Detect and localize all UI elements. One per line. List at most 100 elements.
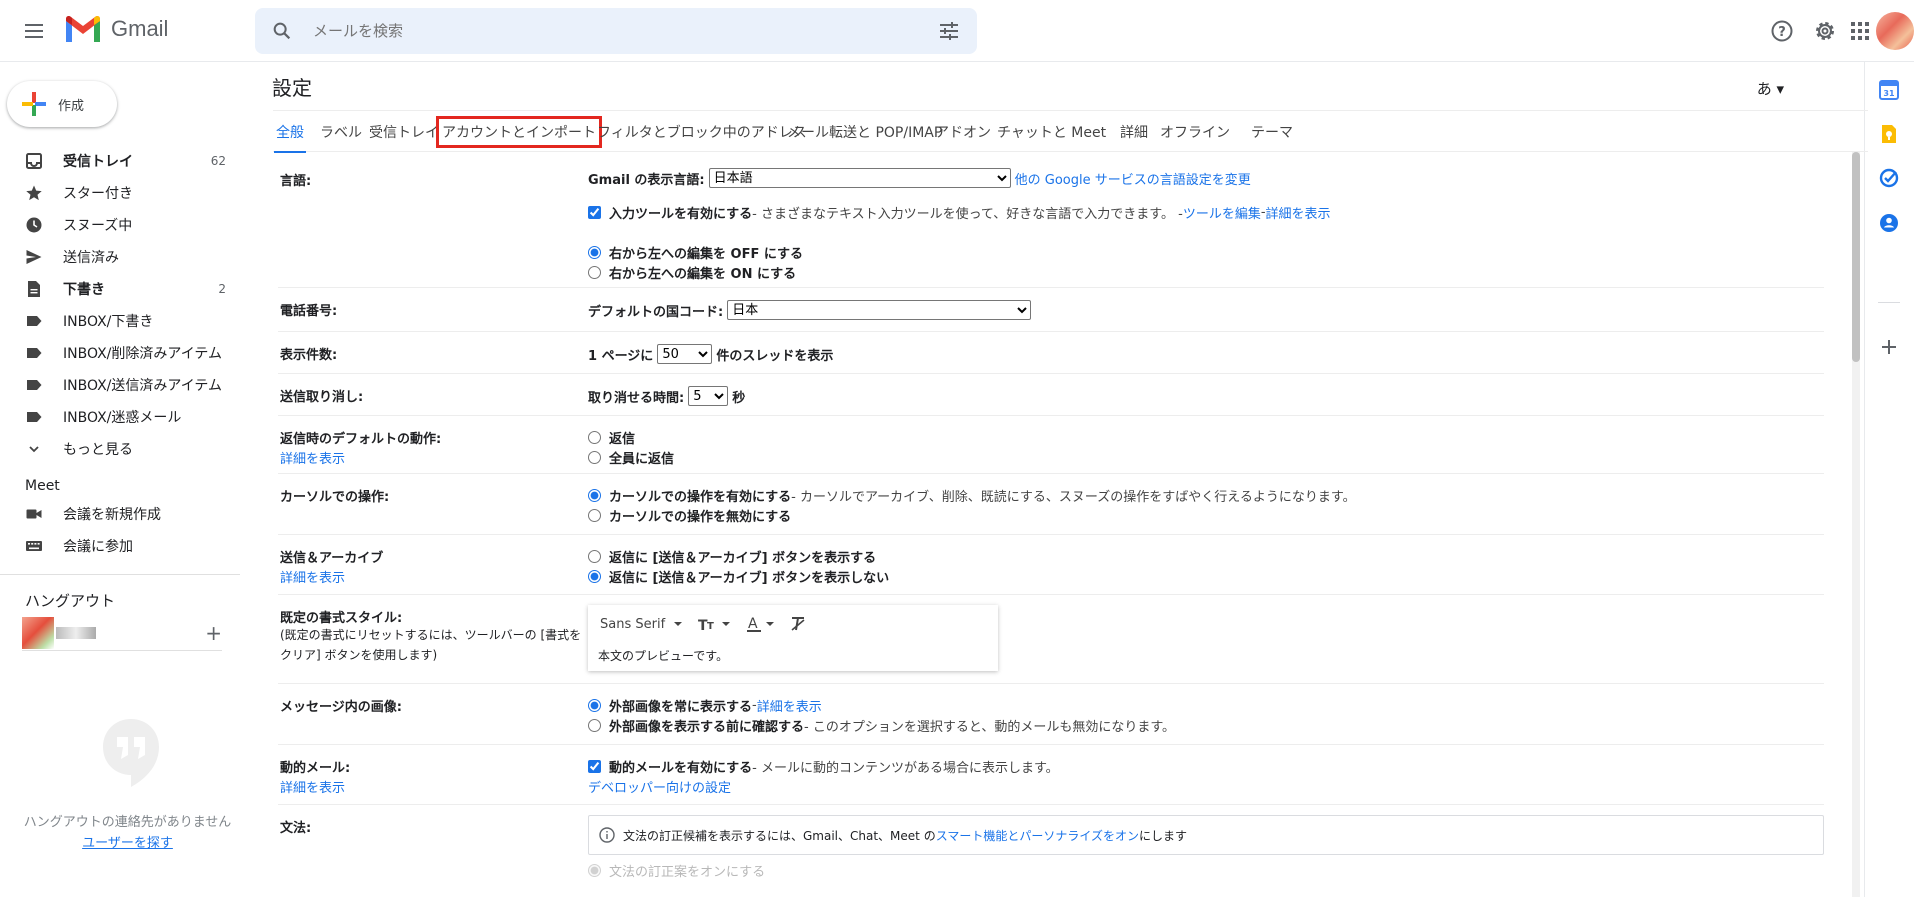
nav-item-label-inbox-drafts[interactable]: INBOX/下書き bbox=[0, 305, 240, 337]
font-family-select[interactable]: Sans Serif bbox=[600, 617, 665, 632]
undo-send-select[interactable]: 5 bbox=[688, 386, 729, 406]
text-color-icon[interactable]: A bbox=[745, 615, 763, 633]
other-google-language-link[interactable]: 他の Google サービスの言語設定を変更 bbox=[1015, 169, 1251, 188]
dynamic-email-details-link[interactable]: 詳細を表示 bbox=[280, 777, 345, 796]
rtl-on-radio[interactable] bbox=[588, 266, 601, 279]
text-size-icon[interactable]: TT bbox=[697, 616, 719, 632]
tab-inbox[interactable]: 受信トレイ bbox=[369, 122, 439, 142]
tab-chat-meet[interactable]: チャットと Meet bbox=[997, 122, 1106, 142]
nav-item-label-inbox-sent[interactable]: INBOX/送信済みアイテム bbox=[0, 369, 240, 401]
tab-advanced[interactable]: 詳細 bbox=[1120, 122, 1148, 142]
input-tools-details-link[interactable]: 詳細を表示 bbox=[1266, 203, 1331, 222]
send-archive-show-label: 返信に [送信＆アーカイブ] ボタンを表示する bbox=[609, 551, 877, 566]
meet-section-title: Meet bbox=[25, 478, 60, 494]
dynamic-email-checkbox[interactable] bbox=[588, 760, 601, 773]
grammar-option-label: 文法の訂正案をオンにする bbox=[609, 865, 766, 880]
new-meeting-item[interactable]: 会議を新規作成 bbox=[0, 498, 240, 530]
send-archive-hide-option: 返信に [送信＆アーカイブ] ボタンを表示しない bbox=[588, 567, 889, 586]
hangouts-user-row[interactable]: + bbox=[22, 617, 222, 651]
undo-send-control: 取り消せる時間: 5 秒 bbox=[588, 386, 745, 406]
setting-dynamic-email: 動的メール: 詳細を表示 動的メールを有効にする - メールに動的コンテンツがあ… bbox=[278, 745, 1824, 805]
search-input[interactable] bbox=[311, 8, 871, 54]
rtl-off-radio[interactable] bbox=[588, 246, 601, 259]
display-language-select[interactable]: 日本語 bbox=[708, 168, 1011, 188]
nav-item-inbox[interactable]: 受信トレイ 62 bbox=[0, 145, 240, 177]
join-meeting-item[interactable]: 会議に参加 bbox=[0, 530, 240, 562]
keep-icon[interactable] bbox=[1878, 123, 1900, 145]
country-code-select[interactable]: 日本 bbox=[727, 300, 1032, 320]
settings-scrollbar-thumb[interactable] bbox=[1852, 152, 1860, 362]
contacts-icon[interactable] bbox=[1878, 212, 1900, 234]
nav-item-more[interactable]: もっと見る bbox=[0, 433, 240, 465]
input-tools-checkbox[interactable] bbox=[588, 206, 601, 219]
reply-all-radio[interactable] bbox=[588, 451, 601, 464]
page-size-prefix: 1 ページに bbox=[588, 348, 654, 364]
nav-item-snoozed[interactable]: スヌーズ中 bbox=[0, 209, 240, 241]
dynamic-email-option: 動的メールを有効にする - メールに動的コンテンツがある場合に表示します。 bbox=[588, 757, 1059, 776]
svg-text:T: T bbox=[707, 621, 714, 632]
tab-accounts-import[interactable]: アカウントとインポート bbox=[436, 116, 602, 148]
nav-label: INBOX/迷惑メール bbox=[63, 410, 182, 426]
reply-all-label: 全員に返信 bbox=[609, 452, 675, 467]
developer-settings-link[interactable]: デベロッパー向けの設定 bbox=[588, 777, 731, 796]
search-bar[interactable] bbox=[255, 8, 977, 54]
tab-filters-blocked[interactable]: フィルタとブロック中のアドレス bbox=[597, 122, 807, 142]
apps-grid-icon[interactable] bbox=[1848, 19, 1872, 43]
side-panel-divider bbox=[1878, 302, 1900, 303]
main-menu-button[interactable] bbox=[18, 15, 50, 47]
add-addon-icon[interactable] bbox=[1878, 336, 1900, 358]
clear-formatting-icon[interactable] bbox=[789, 615, 807, 633]
search-options-icon[interactable] bbox=[937, 20, 961, 42]
info-icon bbox=[599, 827, 615, 843]
default-reply-details-link[interactable]: 詳細を表示 bbox=[280, 448, 345, 467]
reply-radio[interactable] bbox=[588, 431, 601, 444]
images-ask-option: 外部画像を表示する前に確認する - このオプションを選択すると、動的メールも無効… bbox=[588, 716, 1175, 735]
settings-gear-icon[interactable] bbox=[1813, 19, 1837, 43]
gmail-logo[interactable]: Gmail bbox=[63, 14, 168, 44]
compose-button[interactable]: 作成 bbox=[7, 81, 117, 127]
nav-item-label-inbox-deleted[interactable]: INBOX/削除済みアイテム bbox=[0, 337, 240, 369]
edit-tools-link[interactable]: ツールを編集 bbox=[1183, 203, 1261, 222]
nav-item-drafts[interactable]: 下書き 2 bbox=[0, 273, 240, 305]
tab-addons[interactable]: アドオン bbox=[935, 122, 991, 142]
tab-themes[interactable]: テーマ bbox=[1251, 122, 1293, 142]
images-always-radio[interactable] bbox=[588, 699, 601, 712]
account-avatar[interactable] bbox=[1876, 12, 1914, 50]
calendar-icon[interactable]: 31 bbox=[1878, 79, 1900, 101]
tasks-icon[interactable] bbox=[1878, 167, 1900, 189]
hover-disable-radio[interactable] bbox=[588, 509, 601, 522]
text-style-preview[interactable]: 本文のプレビューです。 bbox=[598, 647, 728, 664]
tab-general[interactable]: 全般 bbox=[274, 122, 306, 153]
help-icon[interactable]: ? bbox=[1770, 19, 1794, 43]
compose-label: 作成 bbox=[58, 98, 85, 114]
find-people-link[interactable]: ユーザーを探す bbox=[82, 836, 173, 851]
send-archive-details-link[interactable]: 詳細を表示 bbox=[280, 567, 345, 586]
setting-label: 表示件数: bbox=[280, 348, 338, 363]
setting-send-archive: 送信＆アーカイブ 詳細を表示 返信に [送信＆アーカイブ] ボタンを表示する 返… bbox=[278, 535, 1824, 595]
nav-item-starred[interactable]: スター付き bbox=[0, 177, 240, 209]
images-ask-radio[interactable] bbox=[588, 719, 601, 732]
hover-enable-radio[interactable] bbox=[588, 489, 601, 502]
input-language-toggle[interactable]: あ ▾ bbox=[1757, 78, 1784, 99]
text-color-dropdown-icon[interactable] bbox=[765, 620, 775, 628]
page-size-select[interactable]: 50 bbox=[657, 344, 713, 364]
smart-features-link[interactable]: スマート機能とパーソナライズをオン bbox=[936, 827, 1139, 844]
nav-item-sent[interactable]: 送信済み bbox=[0, 241, 240, 273]
send-archive-hide-radio[interactable] bbox=[588, 570, 601, 583]
label-icon bbox=[27, 380, 42, 390]
nav-item-label-inbox-spam[interactable]: INBOX/迷惑メール bbox=[0, 401, 240, 433]
search-icon[interactable] bbox=[271, 20, 293, 42]
tab-labels[interactable]: ラベル bbox=[320, 122, 362, 142]
tab-forwarding-pop-imap[interactable]: メール転送と POP/IMAP bbox=[787, 122, 942, 142]
images-details-link[interactable]: 詳細を表示 bbox=[757, 696, 822, 715]
settings-main: 設定 あ ▾ 全般 ラベル 受信トレイ アカウントとインポート フィルタとブロッ… bbox=[255, 62, 1868, 897]
text-size-dropdown-icon[interactable] bbox=[721, 620, 731, 628]
rtl-off-label: 右から左への編集を OFF にする bbox=[609, 247, 803, 262]
tab-offline[interactable]: オフライン bbox=[1160, 122, 1230, 142]
country-code-label: デフォルトの国コード: bbox=[588, 304, 724, 320]
send-archive-show-radio[interactable] bbox=[588, 550, 601, 563]
add-hangouts-contact-button[interactable]: + bbox=[205, 621, 222, 645]
font-dropdown-icon[interactable] bbox=[673, 620, 683, 628]
dynamic-email-label: 動的メールを有効にする bbox=[609, 761, 753, 776]
nav-label: INBOX/送信済みアイテム bbox=[63, 378, 222, 394]
